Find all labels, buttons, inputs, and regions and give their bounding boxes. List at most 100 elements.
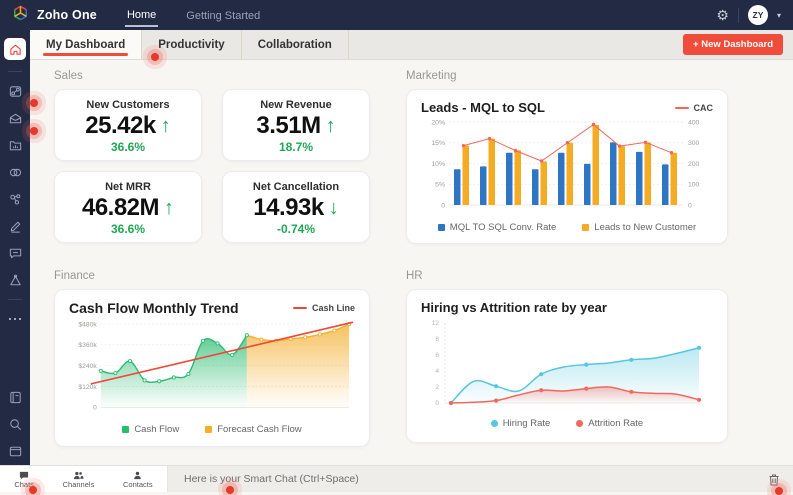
app-title: Zoho One (37, 8, 97, 22)
kpi-value: 14.93k (253, 194, 324, 221)
finance-chart-card: Cash Flow Monthly Trend Cash Line $480k $… (54, 289, 370, 447)
network-share-icon[interactable] (7, 191, 23, 207)
kpi-card-net-mrr: Net MRR 46.82M ↑ 36.6% (54, 171, 202, 243)
svg-text:2: 2 (435, 384, 439, 391)
cash-line-swatch (292, 307, 307, 309)
svg-text:0: 0 (688, 202, 692, 209)
chart-title: Cash Flow Monthly Trend (69, 300, 239, 316)
kpi-title: New Customers (86, 99, 170, 111)
svg-text:$360k: $360k (78, 342, 97, 349)
home-icon (9, 44, 21, 55)
smart-chat-bar: Chats Channels Contacts Here is your Sma… (0, 465, 793, 492)
pulse-indicator-trash (775, 487, 783, 495)
sidebar-divider (8, 71, 22, 72)
bottom-tab-contacts[interactable]: Contacts (123, 469, 153, 489)
svg-text:0: 0 (441, 202, 445, 209)
dashboard-content: Sales New Customers 25.42k ↑ 36.6% New R… (30, 60, 793, 465)
svg-text:0: 0 (93, 405, 97, 412)
reports-icon[interactable] (7, 137, 23, 153)
marketing-legend: MQL TO SQL Conv. Rate Leads to New Custo… (421, 222, 713, 233)
leads-mql-sql-chart: 20% 15% 10% 5% 0 400 300 200 100 0 (431, 119, 700, 209)
chart-title: Leads - MQL to SQL (421, 100, 545, 115)
new-dashboard-button[interactable]: + New Dashboard (683, 34, 783, 55)
topbar-divider (737, 7, 739, 23)
svg-text:100: 100 (688, 182, 700, 189)
cac-line-swatch (674, 106, 689, 109)
smart-chat-input[interactable]: Here is your Smart Chat (Ctrl+Space) (168, 466, 768, 492)
signature-icon[interactable] (7, 218, 23, 234)
svg-text:200: 200 (688, 161, 700, 168)
kpi-card-net-cancellation: Net Cancellation 14.93k ↓ -0.74% (222, 171, 370, 243)
links-icon[interactable] (7, 164, 23, 180)
section-hr: HR Hiring vs Attrition rate by year 12 8 6… (406, 270, 728, 447)
flows-icon[interactable] (7, 83, 23, 99)
section-marketing: Marketing Leads - MQL to SQL CAC 20% 15% 1… (406, 70, 728, 244)
svg-text:$240k: $240k (78, 363, 97, 370)
tab-my-dashboard[interactable]: My Dashboard (30, 30, 143, 59)
svg-text:5%: 5% (435, 182, 445, 189)
kpi-value: 46.82M (81, 194, 160, 221)
analytics-icon[interactable] (7, 272, 23, 288)
pulse-indicator-mail (30, 127, 38, 135)
kpi-card-new-revenue: New Revenue 3.51M ↑ 18.7% (222, 89, 370, 161)
search-icon[interactable] (7, 416, 23, 432)
pulse-indicator-productivity (151, 53, 159, 61)
svg-text:0: 0 (435, 400, 439, 407)
trend-down-arrow-icon: ↓ (328, 197, 339, 219)
more-icon[interactable] (7, 311, 23, 327)
section-label-sales: Sales (54, 70, 83, 82)
hiring-attrition-chart: 12 8 6 4 2 0 (432, 320, 702, 407)
svg-text:$120k: $120k (78, 384, 97, 391)
pulse-indicator-chats (29, 486, 37, 494)
legend-cash-line: Cash Line (292, 303, 355, 313)
smart-chat-placeholder: Here is your Smart Chat (Ctrl+Space) (184, 473, 359, 485)
chats-icon (20, 471, 29, 480)
notebook-icon[interactable] (7, 389, 23, 405)
bottom-tab-channels[interactable]: Channels (63, 469, 94, 489)
nav-home[interactable]: Home (124, 3, 159, 27)
top-bar: Zoho One Home Getting Started ⚙ ZY ▾ (0, 0, 793, 30)
sidebar-divider (8, 299, 22, 300)
svg-text:10%: 10% (431, 161, 445, 168)
contacts-icon (134, 471, 142, 480)
section-finance: Finance Cash Flow Monthly Trend Cash Lin… (54, 270, 370, 447)
hr-legend: Hiring Rate Attrition Rate (421, 418, 713, 429)
legend-cac: CAC (674, 103, 713, 113)
kpi-title: Net MRR (105, 181, 151, 193)
browser-window-icon[interactable] (7, 443, 23, 459)
section-label-marketing: Marketing (406, 70, 457, 82)
kpi-title: New Revenue (260, 99, 332, 111)
svg-text:8: 8 (435, 336, 439, 343)
section-sales: Sales New Customers 25.42k ↑ 36.6% New R… (54, 70, 370, 244)
pulse-indicator-flows (30, 99, 38, 107)
kpi-percent: 18.7% (278, 140, 314, 154)
trend-up-arrow-icon: ↑ (164, 197, 175, 219)
pulse-indicator-smart-chat (226, 486, 234, 494)
marketing-chart-card: Leads - MQL to SQL CAC 20% 15% 10% 5% 0 400 30… (406, 89, 728, 244)
svg-text:15%: 15% (431, 140, 445, 147)
cash-flow-chart: $480k $360k $240k $120k 0 (78, 321, 354, 412)
kpi-card-new-customers: New Customers 25.42k ↑ 36.6% (54, 89, 202, 161)
mail-icon[interactable] (7, 110, 23, 126)
nav-getting-started[interactable]: Getting Started (184, 4, 262, 26)
svg-text:6: 6 (435, 352, 439, 359)
top-nav: Home Getting Started (124, 0, 262, 30)
section-label-hr: HR (406, 270, 423, 282)
zoho-logo-icon (12, 4, 29, 27)
svg-text:4: 4 (435, 368, 439, 375)
channels-icon (73, 471, 84, 480)
avatar-chevron-down-icon[interactable]: ▾ (777, 11, 781, 20)
trend-up-arrow-icon: ↑ (160, 115, 171, 137)
trend-up-arrow-icon: ↑ (325, 115, 336, 137)
chat-icon[interactable] (7, 245, 23, 261)
tab-collaboration[interactable]: Collaboration (242, 30, 349, 59)
user-avatar[interactable]: ZY (747, 5, 768, 25)
settings-gear-icon[interactable]: ⚙ (716, 8, 729, 22)
sidebar-home-button[interactable] (4, 38, 26, 60)
kpi-percent: 36.6% (110, 140, 146, 154)
svg-text:12: 12 (432, 320, 440, 327)
svg-text:400: 400 (688, 119, 700, 126)
chart-title: Hiring vs Attrition rate by year (421, 300, 607, 315)
kpi-value: 3.51M (256, 112, 321, 139)
svg-text:$480k: $480k (78, 321, 97, 328)
